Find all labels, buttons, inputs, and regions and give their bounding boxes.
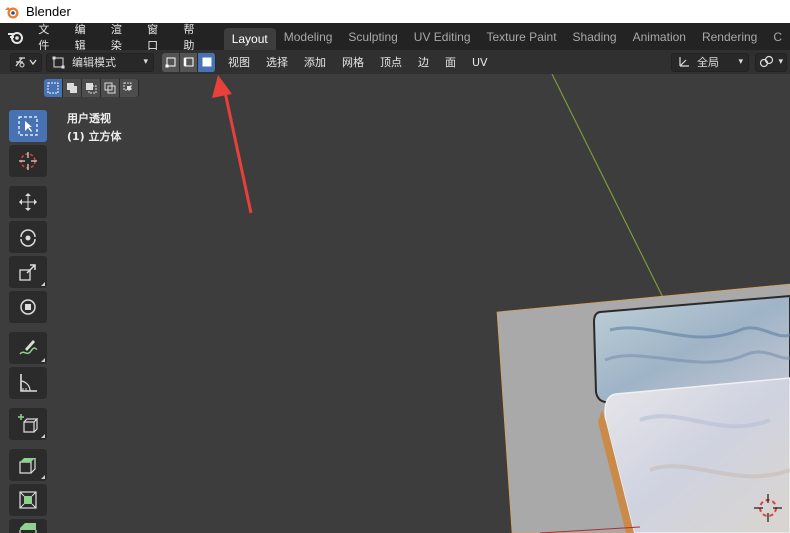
mode-select-label: 编辑模式 <box>72 56 116 69</box>
blender-window: Blender 文件 编辑 渲染 窗口 帮助 Layout Modeling S… <box>0 0 790 533</box>
select-subtract-button[interactable] <box>82 79 101 97</box>
link-icon <box>759 55 774 68</box>
select-mode-group <box>162 52 216 72</box>
header-menu-edge[interactable]: 边 <box>410 54 437 70</box>
tool-shelf <box>9 110 49 533</box>
tab-uv-editing[interactable]: UV Editing <box>406 27 479 47</box>
face-select-icon <box>202 57 211 67</box>
tool-select-box[interactable] <box>9 110 47 142</box>
vertex-select-icon <box>165 57 175 68</box>
header-menu-uv[interactable]: UV <box>464 56 496 69</box>
tool-measure[interactable] <box>9 367 47 399</box>
select-box-icon <box>18 116 38 136</box>
pivot-select[interactable]: ▾ <box>755 52 787 72</box>
tool-extrude[interactable] <box>9 449 47 481</box>
extrude-icon <box>19 458 36 474</box>
select-extend-icon <box>67 83 77 93</box>
chevron-down-icon: ▾ <box>143 57 148 67</box>
cursor-icon <box>19 152 37 170</box>
editor-type-button[interactable] <box>10 52 42 72</box>
menu-window[interactable]: 窗口 <box>139 23 175 52</box>
menu-file[interactable]: 文件 <box>30 23 66 52</box>
rotate-icon <box>20 229 36 247</box>
editor-type-icon <box>15 57 37 68</box>
scale-icon <box>19 264 36 281</box>
transform-orientation-label: 全局 <box>697 56 719 69</box>
add-cube-icon <box>18 414 39 433</box>
select-difference-button[interactable] <box>101 79 120 97</box>
move-icon <box>19 193 37 211</box>
object-name-label: (1) 立方体 <box>67 130 122 143</box>
transform-orientation-select[interactable]: 全局 ▾ <box>671 52 749 72</box>
face-select-button[interactable] <box>198 52 216 72</box>
select-intersect-icon <box>123 82 132 91</box>
select-intersect-button[interactable] <box>120 79 139 97</box>
tool-more-indicator <box>41 475 45 479</box>
header-menu-face[interactable]: 面 <box>437 54 464 70</box>
vertex-select-button[interactable] <box>162 52 180 72</box>
header-menu-vertex[interactable]: 顶点 <box>372 54 410 70</box>
top-menu-bar: 文件 编辑 渲染 窗口 帮助 Layout Modeling Sculpting… <box>0 23 790 52</box>
view-name-label: 用户透视 <box>67 112 111 125</box>
workspace-tabs: Layout Modeling Sculpting UV Editing Tex… <box>223 23 790 50</box>
measure-icon <box>20 374 37 392</box>
menu-edit[interactable]: 编辑 <box>67 23 103 52</box>
tab-texture-paint[interactable]: Texture Paint <box>479 27 565 47</box>
edit-mode-icon <box>52 56 65 69</box>
tool-move[interactable] <box>9 186 47 218</box>
annotate-icon <box>19 340 38 355</box>
tab-modeling[interactable]: Modeling <box>276 27 341 47</box>
header-menu-select[interactable]: 选择 <box>258 54 296 70</box>
tool-cursor[interactable] <box>9 145 47 177</box>
header-menu-mesh[interactable]: 网格 <box>334 54 372 70</box>
tab-shading[interactable]: Shading <box>565 27 625 47</box>
mode-select[interactable]: 编辑模式 ▾ <box>46 52 154 72</box>
tool-add-cube[interactable] <box>9 408 47 440</box>
blender-menu-icon[interactable] <box>6 26 26 48</box>
orientation-gizmo-icon <box>679 57 689 67</box>
cube-front-face <box>604 377 790 533</box>
tab-sculpting[interactable]: Sculpting <box>340 27 405 47</box>
chevron-down-icon: ▾ <box>738 57 743 67</box>
tab-animation[interactable]: Animation <box>625 27 694 47</box>
bevel-icon <box>19 523 37 533</box>
tool-inset[interactable] <box>9 484 47 516</box>
transform-icon <box>20 299 36 315</box>
annotation-arrow <box>212 75 253 214</box>
blender-logo-icon <box>5 6 19 18</box>
inset-icon <box>19 491 37 509</box>
tool-rotate[interactable] <box>9 221 47 253</box>
tool-bevel[interactable] <box>9 519 47 533</box>
edge-select-button[interactable] <box>180 52 198 72</box>
tool-more-indicator <box>41 358 45 362</box>
chevron-down-icon: ▾ <box>778 57 783 67</box>
select-new-button[interactable] <box>44 79 63 97</box>
tool-more-indicator <box>41 434 45 438</box>
header-menu-add[interactable]: 添加 <box>296 54 334 70</box>
menu-render[interactable]: 渲染 <box>103 23 139 52</box>
select-subtract-icon <box>86 83 97 94</box>
edge-select-icon <box>183 57 193 67</box>
tool-transform[interactable] <box>9 291 47 323</box>
tool-scale[interactable] <box>9 256 47 288</box>
header-menu-view[interactable]: 视图 <box>220 54 258 70</box>
window-title: Blender <box>26 4 71 19</box>
menu-help[interactable]: 帮助 <box>175 23 211 52</box>
tab-layout[interactable]: Layout <box>223 28 276 50</box>
tool-more-indicator <box>41 282 45 286</box>
select-extend-button[interactable] <box>63 79 82 97</box>
viewport-header: 编辑模式 ▾ 视图 选择 添加 网格 顶点 边 面 UV 全局 ▾ ▾ <box>0 50 790 74</box>
select-new-icon <box>47 82 59 94</box>
tab-rendering[interactable]: Rendering <box>694 27 765 47</box>
select-difference-icon <box>104 82 116 94</box>
tool-annotate[interactable] <box>9 332 47 364</box>
tab-compositing[interactable]: C <box>765 27 790 47</box>
selection-mode-row <box>44 79 139 97</box>
